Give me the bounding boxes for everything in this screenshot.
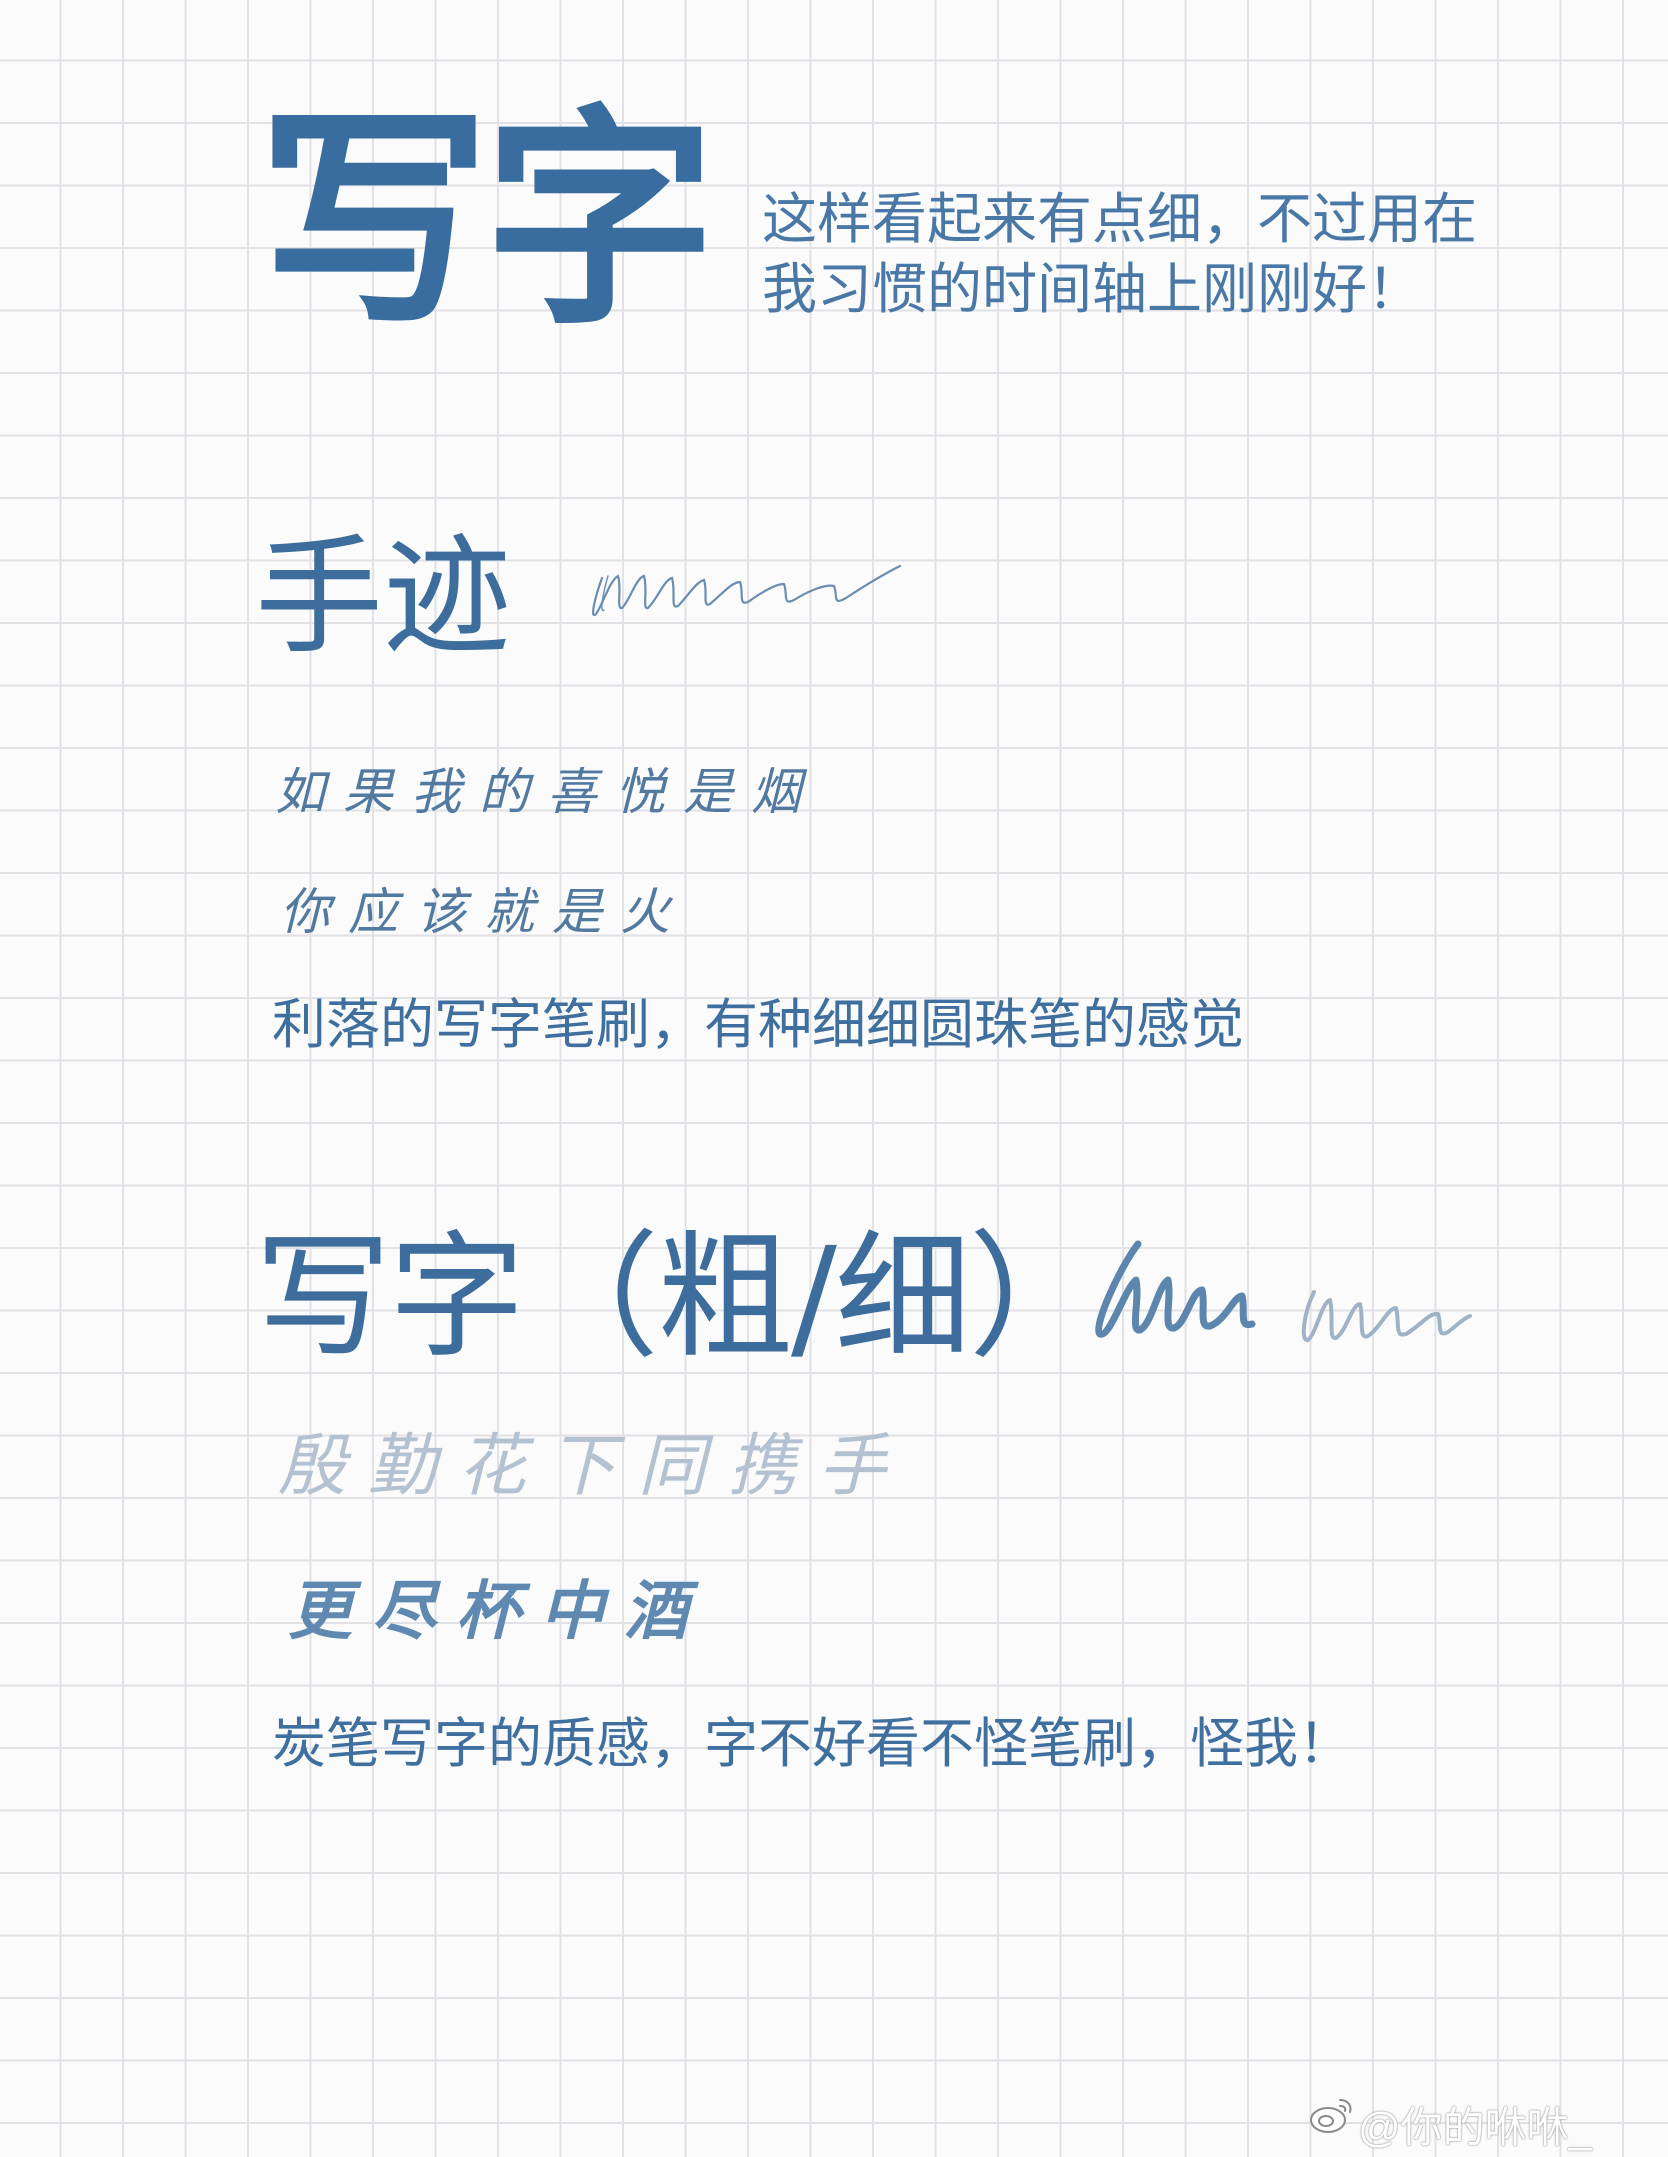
weibo-logo-icon (1310, 2099, 1352, 2133)
watermark-text: @你的咻咻_ (1358, 2104, 1592, 2151)
handwriting-sample-line-1: 如果我的喜悦是烟 (275, 763, 819, 821)
charcoal-sample-line-2: 更尽杯中酒 (288, 1574, 708, 1649)
intro-line-1: 这样看起来有点细，不过用在 (762, 187, 1478, 251)
scribble-light-icon (1301, 1290, 1472, 1342)
scribble-thin-icon (592, 564, 902, 617)
charcoal-description: 炭笔写字的质感，字不好看不怪笔刷，怪我！ (272, 1712, 1352, 1775)
section-title-charcoal: 写字（粗/细） (255, 1219, 1105, 1377)
handwriting-description: 利落的写字笔刷，有种细细圆珠笔的感觉 (272, 993, 1244, 1056)
intro-line-2: 我习惯的时间轴上刚刚好！ (762, 257, 1423, 321)
intro-text: 这样看起来有点细，不过用在 我习惯的时间轴上刚刚好！ (762, 184, 1477, 324)
page: { "header": { "title": "写字", "intro_line… (0, 0, 1668, 2157)
charcoal-sample-line-1: 殷勤花下同携手 (278, 1427, 909, 1506)
section-title-handwriting: 手迹 (255, 523, 512, 672)
scribble-thick-icon (1095, 1240, 1256, 1338)
handwriting-sample-line-2: 你应该就是火 (280, 883, 688, 941)
page-title: 写字 (258, 86, 716, 356)
